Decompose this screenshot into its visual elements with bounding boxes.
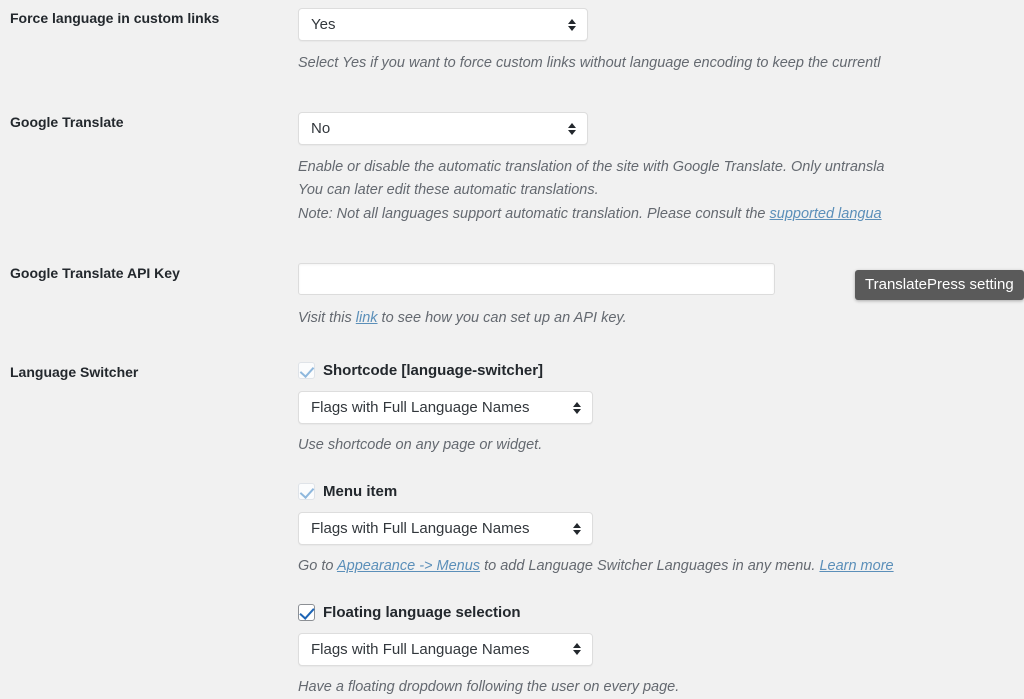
menu-item-description: Go to Appearance -> Menus to add Languag…	[298, 555, 1024, 578]
translatepress-settings-form: Force language in custom links Yes Selec…	[0, 0, 1024, 696]
chevron-updown-icon	[567, 121, 576, 137]
shortcode-display-select[interactable]: Flags with Full Language Names	[298, 391, 593, 424]
setting-field-force-language-custom-links: Yes Select Yes if you want to force cust…	[298, 8, 1024, 75]
floating-language-checkbox-row[interactable]: Floating language selection	[298, 603, 1024, 621]
shortcode-checkbox-label: Shortcode [language-switcher]	[323, 362, 544, 379]
setting-field-google-translate: No Enable or disable the automatic trans…	[298, 112, 1024, 226]
menu-item-display-select-value: Flags with Full Language Names	[311, 520, 530, 538]
setting-row-google-translate: Google Translate No Enable or disable th…	[0, 112, 1024, 226]
menu-item-desc-middle: to add Language Switcher Languages in an…	[480, 558, 820, 575]
learn-more-link[interactable]: Learn more	[819, 558, 893, 574]
google-translate-api-key-description: Visit this link to see how you can set u…	[298, 307, 1024, 330]
language-switcher-option-shortcode: Shortcode [language-switcher] Flags with…	[298, 362, 1024, 457]
language-switcher-option-floating: Floating language selection Flags with F…	[298, 603, 1024, 699]
floating-language-checkbox-label: Floating language selection	[323, 603, 521, 621]
chevron-updown-icon	[567, 17, 576, 33]
shortcode-description: Use shortcode on any page or widget.	[298, 437, 543, 453]
force-language-custom-links-select[interactable]: Yes	[298, 8, 588, 41]
menu-item-display-select[interactable]: Flags with Full Language Names	[298, 512, 593, 546]
shortcode-checkbox[interactable]	[298, 362, 315, 379]
menu-item-checkbox-label: Menu item	[323, 483, 398, 501]
chevron-updown-icon	[572, 521, 581, 537]
appearance-menus-link[interactable]: Appearance -> Menus	[337, 558, 480, 574]
setting-label-language-switcher: Language Switcher	[10, 364, 139, 380]
google-translate-note-text: Note: Not all languages support automati…	[298, 205, 770, 222]
shortcode-checkbox-row[interactable]: Shortcode [language-switcher]	[298, 362, 1024, 379]
setting-field-language-switcher: Shortcode [language-switcher] Flags with…	[298, 362, 1024, 699]
setting-label-force-language-custom-links: Force language in custom links	[10, 10, 220, 26]
google-translate-description-line-1: Enable or disable the automatic translat…	[298, 159, 885, 175]
api-key-desc-after: to see how you can set up an API key.	[377, 310, 627, 326]
google-translate-description-line-3: Note: Not all languages support automati…	[298, 203, 1024, 226]
floating-language-display-select-value: Flags with Full Language Names	[311, 640, 530, 658]
google-translate-description-line-2: You can later edit these automatic trans…	[298, 182, 599, 199]
api-key-desc-before: Visit this	[298, 310, 356, 326]
shortcode-display-select-value: Flags with Full Language Names	[311, 399, 530, 416]
floating-language-display-select[interactable]: Flags with Full Language Names	[298, 632, 593, 666]
chevron-updown-icon	[572, 400, 581, 416]
force-language-custom-links-select-value: Yes	[311, 16, 336, 33]
menu-item-desc-before: Go to	[298, 558, 337, 575]
google-translate-select-value: No	[311, 120, 331, 137]
force-language-custom-links-description: Select Yes if you want to force custom l…	[298, 55, 881, 71]
setting-label-google-translate: Google Translate	[10, 114, 124, 130]
translatepress-setting-tooltip: TranslatePress setting	[855, 270, 1024, 300]
menu-item-checkbox-row[interactable]: Menu item	[298, 483, 1024, 501]
language-switcher-option-menu-item: Menu item Flags with Full Language Names…	[298, 483, 1024, 578]
setting-row-language-switcher: Language Switcher Shortcode [language-sw…	[0, 362, 1024, 699]
google-translate-select[interactable]: No	[298, 112, 588, 145]
chevron-updown-icon	[572, 641, 581, 657]
supported-languages-link[interactable]: supported langua	[770, 206, 882, 222]
api-key-setup-link[interactable]: link	[356, 310, 378, 326]
floating-language-checkbox[interactable]	[298, 603, 315, 621]
setting-label-google-translate-api-key: Google Translate API Key	[10, 265, 180, 281]
menu-item-checkbox[interactable]	[298, 483, 315, 501]
setting-row-force-language-custom-links: Force language in custom links Yes Selec…	[0, 8, 1024, 75]
google-translate-api-key-input[interactable]	[298, 263, 775, 295]
